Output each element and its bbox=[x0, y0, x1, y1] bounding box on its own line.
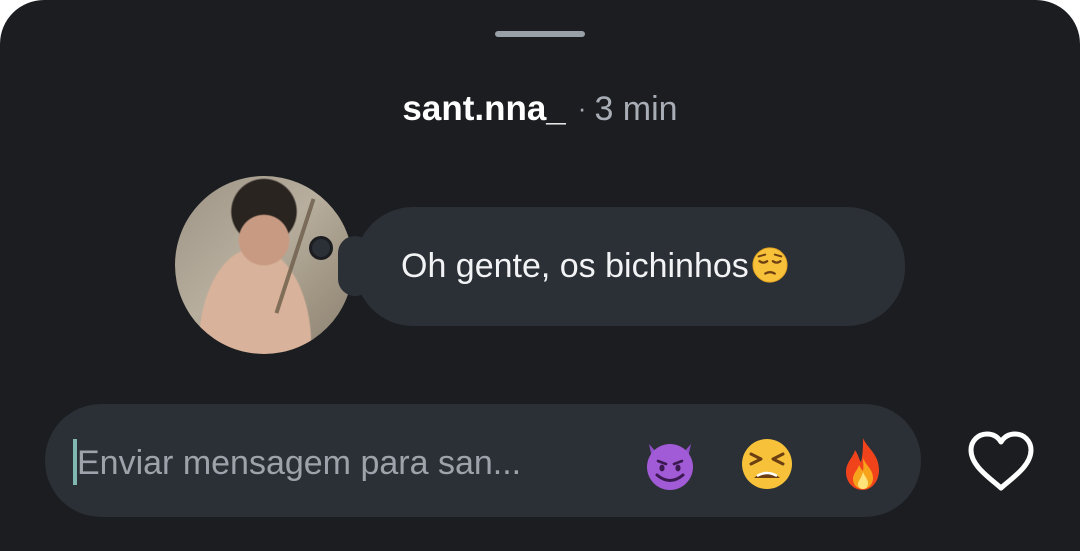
message-input[interactable]: Enviar mensagem para san... bbox=[77, 441, 521, 485]
reply-sheet: sant.nna_ · 3 min Oh gente, os bichinhos E… bbox=[0, 0, 1080, 551]
heart-icon[interactable] bbox=[966, 430, 1036, 492]
fire-icon[interactable] bbox=[833, 434, 893, 494]
message-composer[interactable]: Enviar mensagem para san... bbox=[45, 404, 921, 517]
timestamp: 3 min bbox=[594, 90, 678, 128]
message-bubble: Oh gente, os bichinhos bbox=[355, 207, 905, 326]
pensive-face-icon bbox=[752, 247, 788, 283]
avatar[interactable] bbox=[175, 176, 353, 354]
smiling-face-with-horns-icon[interactable] bbox=[640, 434, 700, 494]
message-text: Oh gente, os bichinhos bbox=[401, 247, 749, 285]
tired-face-icon[interactable] bbox=[737, 434, 797, 494]
story-header: sant.nna_ · 3 min bbox=[0, 88, 1080, 132]
avatar-photo-detail bbox=[274, 198, 316, 314]
drag-handle[interactable] bbox=[495, 31, 585, 37]
bubble-dot bbox=[312, 239, 330, 257]
username[interactable]: sant.nna_ bbox=[402, 89, 565, 128]
separator-dot: · bbox=[577, 93, 587, 123]
message-text-wrap: Oh gente, os bichinhos bbox=[401, 244, 789, 288]
